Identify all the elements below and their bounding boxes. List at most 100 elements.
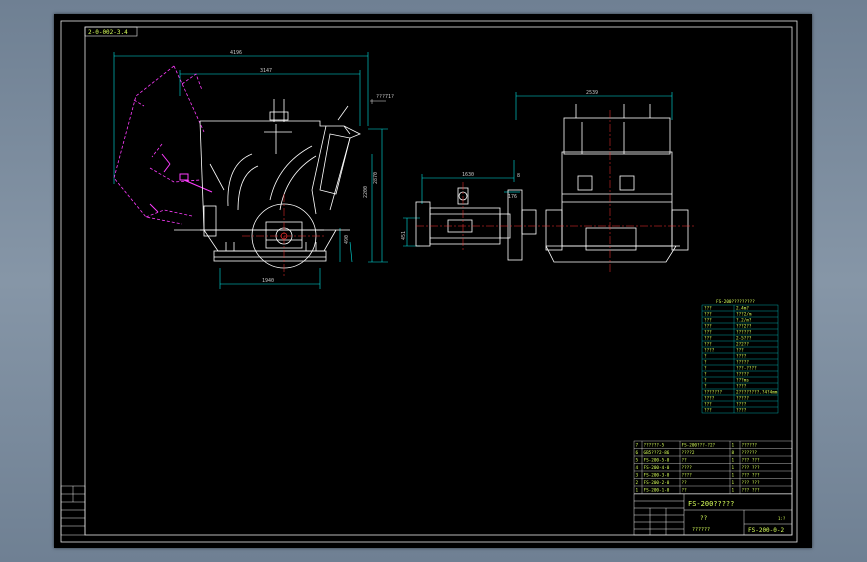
spec-value: ????? (736, 360, 749, 366)
spec-label: ??? (704, 342, 712, 348)
side-dim-small-b: 8 (517, 173, 520, 179)
specs-cells: ??? 2.4m???? ???2/m??? ?.2/m???? ???2???????… (704, 306, 778, 414)
parts-cell: FS-200-1-0 (644, 487, 670, 493)
parts-cell: ???? (682, 465, 693, 471)
spec-value: 2.4m? (736, 306, 749, 312)
parts-cell: FS-200-3-0 (644, 472, 670, 478)
spec-value: ????? (736, 372, 749, 378)
specs-table[interactable]: FS-200????????? ??? 2.4m???? ???2/m??? ?.2/… (701, 299, 779, 414)
spec-label: ??? (704, 336, 712, 342)
dim-base-width: 1940 (262, 278, 274, 284)
specs-table-title: FS-200????????? (716, 299, 755, 305)
parts-cell: 2 (636, 480, 639, 486)
parts-cell: 1 (732, 465, 735, 471)
parts-cell: FS-200-2-0 (644, 480, 670, 486)
parts-cell: GB5???2-86 (644, 450, 670, 456)
drawing-code: 2-0-002-3.4 (88, 29, 128, 36)
spec-label: ???? (704, 396, 715, 402)
revision-block (60, 485, 86, 536)
parts-cell: 1 (732, 487, 735, 493)
spec-label: ??? (704, 324, 712, 330)
spec-value: 2?2?? (736, 342, 749, 348)
spec-value: ???2/m (736, 312, 752, 318)
parts-cell: ?? (682, 457, 688, 463)
side-view[interactable]: 2539 1630 176 8 451 (401, 90, 694, 272)
dim-height-mid: 2200 (363, 186, 369, 198)
front-centerlines (242, 194, 326, 276)
parts-cell: FS-200-5-0 (644, 457, 670, 463)
parts-cell: ?????? (742, 450, 758, 456)
front-view[interactable]: 4196 3147 2870 2200 490 1940 ???71? (113, 50, 394, 289)
drawing-canvas[interactable]: 2-0-002-3.4 4196 3147 2870 2200 490 1940… (54, 14, 812, 548)
drawing-code-box: 2-0-002-3.4 (84, 26, 138, 37)
spec-label: ? (704, 384, 707, 390)
parts-cell: 5 (636, 457, 639, 463)
side-dim-motor-width: 1630 (462, 172, 474, 178)
side-dimensions (403, 92, 673, 247)
spec-label: ? (704, 372, 707, 378)
parts-cell: ????2 (682, 450, 695, 456)
spec-label: ? (704, 366, 707, 372)
spec-label: ? (704, 360, 707, 366)
parts-cell: ??? ??? (742, 487, 761, 493)
spec-value: ???? (736, 408, 747, 414)
parts-cell: 1 (732, 472, 735, 478)
spec-label: ??? (704, 402, 712, 408)
parts-cell: ??? ??? (742, 480, 761, 486)
spec-value: ???ms (736, 378, 749, 384)
title-name: FS-200????? (688, 500, 734, 508)
spec-label: ??? (704, 306, 712, 312)
parts-cell: ???? (682, 472, 693, 478)
spec-label: ? (704, 378, 707, 384)
parts-cell: 4 (636, 465, 639, 471)
cad-drawing: 2-0-002-3.4 4196 3147 2870 2200 490 1940… (60, 20, 798, 543)
parts-cell: 1 (732, 442, 735, 448)
title-drawing-no: FS-200-0-2 (748, 527, 785, 534)
spec-value: 2-5??? (736, 336, 752, 342)
coupling (507, 189, 537, 261)
outer-frame (60, 20, 798, 543)
parts-cell: ?????? (742, 442, 758, 448)
parts-cell: 6 (636, 450, 639, 456)
parts-cell: FS-200???-?2? (682, 442, 716, 448)
dim-height-low: 490 (344, 235, 350, 244)
parts-cell: 7 (636, 442, 639, 448)
spec-value: 2????????.?4?4mm (736, 390, 778, 396)
parts-cell: 8 (732, 450, 735, 456)
spec-label: ? (704, 354, 707, 360)
crusher-body (174, 99, 361, 262)
parts-cells: 7 ??????-5 FS-200???-?2? 1 ?????? 6 GB5???2-86… (636, 442, 761, 493)
spec-label: ??? (704, 330, 712, 336)
spec-label: ??? (704, 318, 712, 324)
front-label-top-right: ???71? (376, 94, 394, 100)
parts-cell: 1 (732, 457, 735, 463)
parts-cell: ??? ??? (742, 472, 761, 478)
spec-value: ???? (736, 384, 747, 390)
title-block[interactable]: FS-200????? ?? ?????? FS-200-0-2 1:? (633, 493, 793, 536)
spec-label: ??? (704, 312, 712, 318)
parts-cell: ??? ??? (742, 457, 761, 463)
spec-value: ?.2/m? (736, 318, 752, 324)
spec-value: ???? (736, 402, 747, 408)
spec-value: ????? (736, 396, 749, 402)
title-sub1: ?? (700, 515, 708, 522)
dim-height-total: 2870 (373, 172, 379, 184)
side-dim-height: 451 (401, 231, 407, 240)
spec-label: ???? (704, 348, 715, 354)
parts-cell: 1 (636, 487, 639, 493)
hidden-lines (113, 65, 205, 225)
spec-value: ???? (736, 354, 747, 360)
parts-cell: FS-200-4-0 (644, 465, 670, 471)
spec-value: ??? (736, 348, 744, 354)
title-sub2: ?????? (692, 527, 710, 533)
parts-cell: 3 (636, 472, 639, 478)
spec-value: ?????? (736, 330, 752, 336)
spec-value: ???-???? (736, 366, 757, 372)
parts-cell: ??????-5 (644, 442, 665, 448)
spec-value: ???2?? (736, 324, 752, 330)
spec-label: ??????? (704, 390, 723, 396)
parts-list[interactable]: 7 ??????-5 FS-200???-?2? 1 ?????? 6 GB5???2-86… (633, 440, 793, 494)
crusher-side-body (545, 104, 689, 263)
parts-cell: ??? ??? (742, 465, 761, 471)
parts-cell: ?? (682, 487, 688, 493)
